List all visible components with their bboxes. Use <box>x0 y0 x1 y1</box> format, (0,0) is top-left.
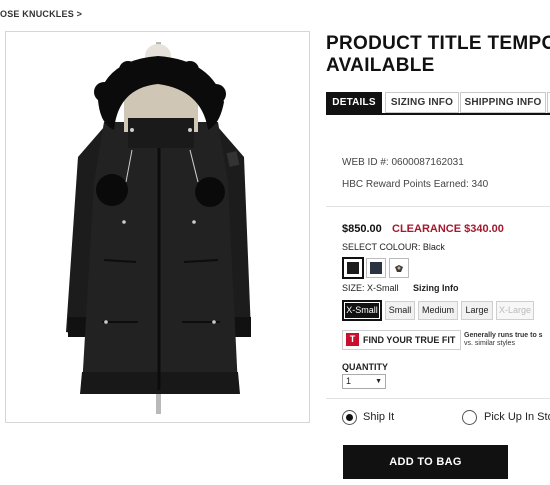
size-x-small[interactable]: X-Small <box>342 300 382 321</box>
add-to-bag-button[interactable]: ADD TO BAG <box>343 445 508 479</box>
clearance-price: CLEARANCE $340.00 <box>392 223 504 235</box>
product-title-line-1: PRODUCT TITLE TEMPO <box>326 33 550 54</box>
true-fit-label: FIND YOUR TRUE FIT <box>363 335 456 345</box>
reward-points: HBC Reward Points Earned: 340 <box>342 179 489 190</box>
size-x-large[interactable]: X-Large <box>496 301 534 320</box>
swatch-navy[interactable] <box>366 258 386 278</box>
size-medium[interactable]: Medium <box>418 301 458 320</box>
product-image[interactable] <box>5 31 310 423</box>
size-label: SIZE: X-Small <box>342 283 399 293</box>
true-fit-note-line-1: Generally runs true to s <box>464 332 543 339</box>
tab-shipping-info[interactable]: SHIPPING INFO <box>460 92 546 113</box>
pick-up-radio[interactable] <box>462 410 477 425</box>
ship-it-label[interactable]: Ship It <box>363 411 394 423</box>
size-selected-value: X-Small <box>367 283 399 293</box>
radio-selected-dot <box>346 414 353 421</box>
true-fit-button[interactable]: T FIND YOUR TRUE FIT <box>342 330 461 350</box>
colour-label-text: SELECT COLOUR: <box>342 242 421 252</box>
quantity-label: QUANTITY <box>342 362 388 372</box>
breadcrumb[interactable]: OSE KNUCKLES > <box>0 9 82 19</box>
tab-sizing-info[interactable]: SIZING INFO <box>385 92 459 113</box>
pick-up-label[interactable]: Pick Up In Sto <box>484 411 550 423</box>
true-fit-icon: T <box>346 333 359 346</box>
size-large[interactable]: Large <box>461 301 493 320</box>
colour-label: SELECT COLOUR: Black <box>342 242 445 252</box>
divider <box>326 206 550 207</box>
regular-price: $850.00 <box>342 223 382 235</box>
swatch-black-fill <box>347 262 359 274</box>
sizing-info-link[interactable]: Sizing Info <box>413 283 459 293</box>
ship-it-radio[interactable] <box>342 410 357 425</box>
chevron-down-icon: ▼ <box>375 378 382 385</box>
colour-selected-value: Black <box>422 242 445 252</box>
swatch-pattern-fill <box>393 262 405 274</box>
divider <box>326 398 550 399</box>
size-small[interactable]: Small <box>385 301 415 320</box>
swatch-navy-fill <box>370 262 382 274</box>
quantity-value: 1 <box>346 376 352 386</box>
product-title-line-2: AVAILABLE <box>326 55 435 76</box>
product-title: PRODUCT TITLE TEMPO AVAILABLE <box>326 33 550 77</box>
parka-illustration <box>66 42 251 414</box>
tab-details[interactable]: DETAILS <box>326 92 382 113</box>
swatch-black[interactable] <box>343 258 363 278</box>
true-fit-note-line-2: vs. similar styles <box>464 340 515 347</box>
swatch-pattern-icon <box>395 265 403 272</box>
size-label-text: SIZE: <box>342 283 365 293</box>
swatch-pattern[interactable] <box>389 258 409 278</box>
tab-underline <box>326 113 550 115</box>
web-id: WEB ID #: 0600087162031 <box>342 157 464 168</box>
true-fit-note: Generally runs true to s vs. similar sty… <box>464 332 543 348</box>
quantity-select[interactable]: 1 ▼ <box>342 374 386 389</box>
